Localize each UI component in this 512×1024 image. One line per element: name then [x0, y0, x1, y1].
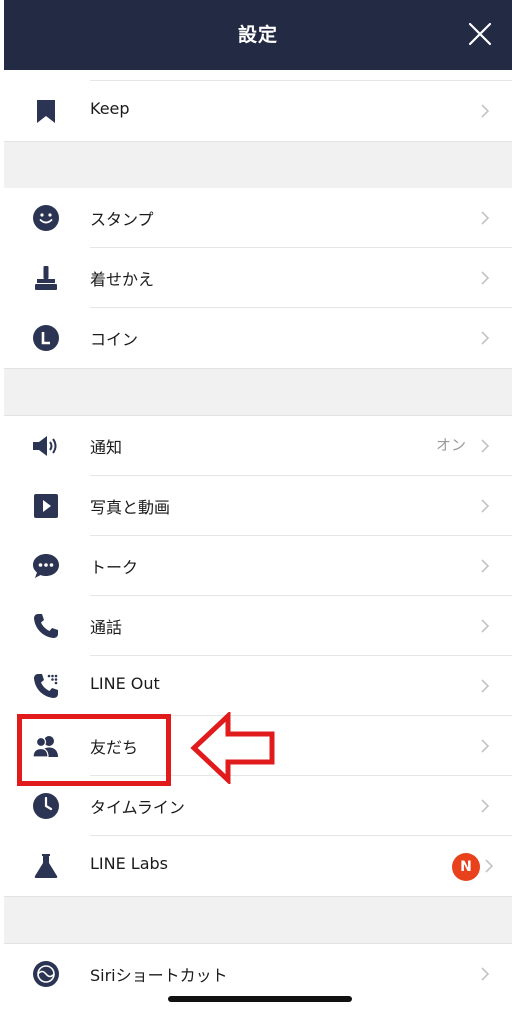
section-gap	[4, 896, 512, 944]
chevron-right-icon	[481, 739, 490, 753]
close-button[interactable]	[466, 20, 494, 48]
brush-icon	[35, 266, 57, 290]
chevron-right-icon	[485, 859, 494, 873]
settings-item-label: LINE Out	[90, 674, 160, 693]
section-gap	[4, 141, 512, 189]
chevron-right-icon	[481, 271, 490, 285]
phone-icon	[34, 614, 58, 638]
new-badge: N	[452, 853, 480, 881]
chat-bubble-icon	[33, 554, 59, 578]
settings-item-talk[interactable]: トーク	[4, 536, 512, 596]
settings-item-theme[interactable]: 着せかえ	[4, 248, 512, 308]
settings-item-notification[interactable]: 通知 オン	[4, 416, 512, 476]
smiley-icon	[33, 205, 59, 231]
clock-icon	[33, 793, 59, 819]
phone-dialpad-icon	[34, 674, 58, 698]
settings-item-line-out[interactable]: LINE Out	[4, 656, 512, 716]
header-bar: 設定	[4, 0, 512, 70]
chevron-right-icon	[481, 211, 490, 225]
settings-item-label: 通話	[90, 618, 123, 637]
chevron-right-icon	[481, 679, 490, 693]
settings-item-label: タイムライン	[90, 798, 185, 817]
siri-icon	[33, 961, 59, 987]
home-indicator[interactable]	[168, 996, 352, 1002]
chevron-right-icon	[481, 799, 490, 813]
section-gap	[4, 368, 512, 416]
settings-item-keep[interactable]: Keep	[4, 81, 512, 141]
chevron-right-icon	[481, 619, 490, 633]
chevron-right-icon	[481, 499, 490, 513]
settings-item-label: 通知	[90, 438, 123, 457]
settings-item-siri[interactable]: Siriショートカット	[4, 944, 512, 1004]
settings-item-stamp[interactable]: スタンプ	[4, 188, 512, 248]
speaker-icon	[33, 436, 57, 456]
settings-item-call[interactable]: 通話	[4, 596, 512, 656]
close-icon	[468, 22, 492, 46]
settings-item-line-labs[interactable]: LINE Labs N	[4, 836, 512, 896]
settings-list: Keep スタンプ 着せかえ コイン 通知 オン 写真と動画 トーク 通話 LI…	[4, 70, 512, 1024]
settings-item-coin[interactable]: コイン	[4, 308, 512, 368]
chevron-right-icon	[481, 967, 490, 981]
settings-item-label: LINE Labs	[90, 854, 169, 873]
settings-item-label: スタンプ	[90, 210, 154, 229]
notification-status-value: オン	[435, 436, 466, 454]
flask-icon	[34, 854, 58, 878]
settings-item-label: コイン	[90, 330, 139, 349]
settings-item-label: 写真と動画	[90, 498, 171, 517]
page-title: 設定	[237, 24, 278, 46]
arrow-left-annotation-icon	[190, 712, 275, 784]
coin-icon	[33, 325, 59, 351]
settings-item-photo-video[interactable]: 写真と動画	[4, 476, 512, 536]
highlight-box	[17, 714, 171, 786]
chevron-right-icon	[481, 559, 490, 573]
settings-item-label: Keep	[90, 99, 130, 118]
settings-item-label: トーク	[90, 558, 139, 577]
chevron-right-icon	[481, 104, 490, 118]
settings-item-label: Siriショートカット	[90, 966, 228, 985]
chevron-right-icon	[481, 331, 490, 345]
settings-item-label: 着せかえ	[90, 270, 155, 289]
bookmark-icon	[37, 100, 55, 123]
chevron-right-icon	[481, 439, 490, 453]
play-icon	[34, 494, 58, 518]
